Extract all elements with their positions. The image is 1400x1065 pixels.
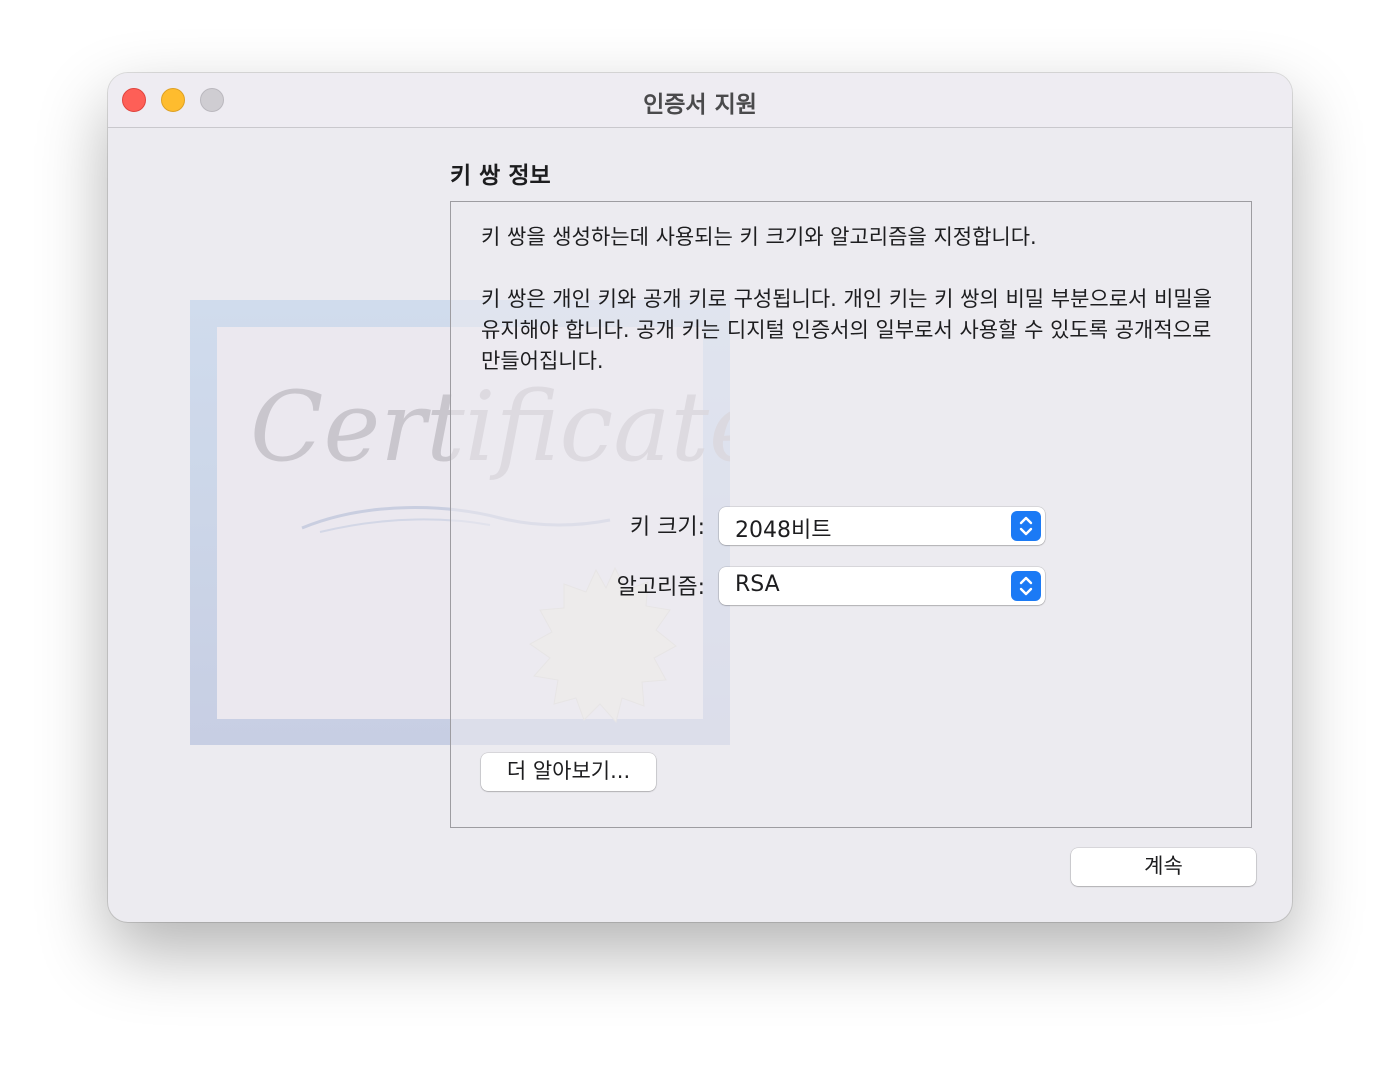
key-size-label: 키 크기:	[629, 515, 705, 540]
key-size-value: 2048비트	[735, 518, 832, 543]
algorithm-value: RSA	[735, 572, 780, 597]
chevron-up-down-icon	[1011, 511, 1041, 541]
certificate-assistant-window: 인증서 지원 Certificate 키 쌍 정보 키 쌍을 생성하는데 사용되…	[108, 73, 1292, 922]
algorithm-popup[interactable]: RSA	[719, 567, 1045, 605]
key-pair-info-panel: 키 쌍을 생성하는데 사용되는 키 크기와 알고리즘을 지정합니다. 키 쌍은 …	[450, 201, 1252, 828]
title-bar[interactable]: 인증서 지원	[108, 73, 1292, 128]
algorithm-label: 알고리즘:	[616, 575, 705, 600]
window-title: 인증서 지원	[643, 92, 757, 118]
description-text: 키 쌍을 생성하는데 사용되는 키 크기와 알고리즘을 지정합니다.	[481, 225, 1037, 249]
section-title: 키 쌍 정보	[450, 163, 551, 189]
chevron-up-down-icon	[1011, 571, 1041, 601]
key-size-popup[interactable]: 2048비트	[719, 507, 1045, 545]
description-detail-text: 키 쌍은 개인 키와 공개 키로 구성됩니다. 개인 키는 키 쌍의 비밀 부분…	[481, 287, 1213, 373]
continue-button[interactable]: 계속	[1071, 848, 1256, 886]
learn-more-button[interactable]: 더 알아보기...	[481, 753, 656, 791]
